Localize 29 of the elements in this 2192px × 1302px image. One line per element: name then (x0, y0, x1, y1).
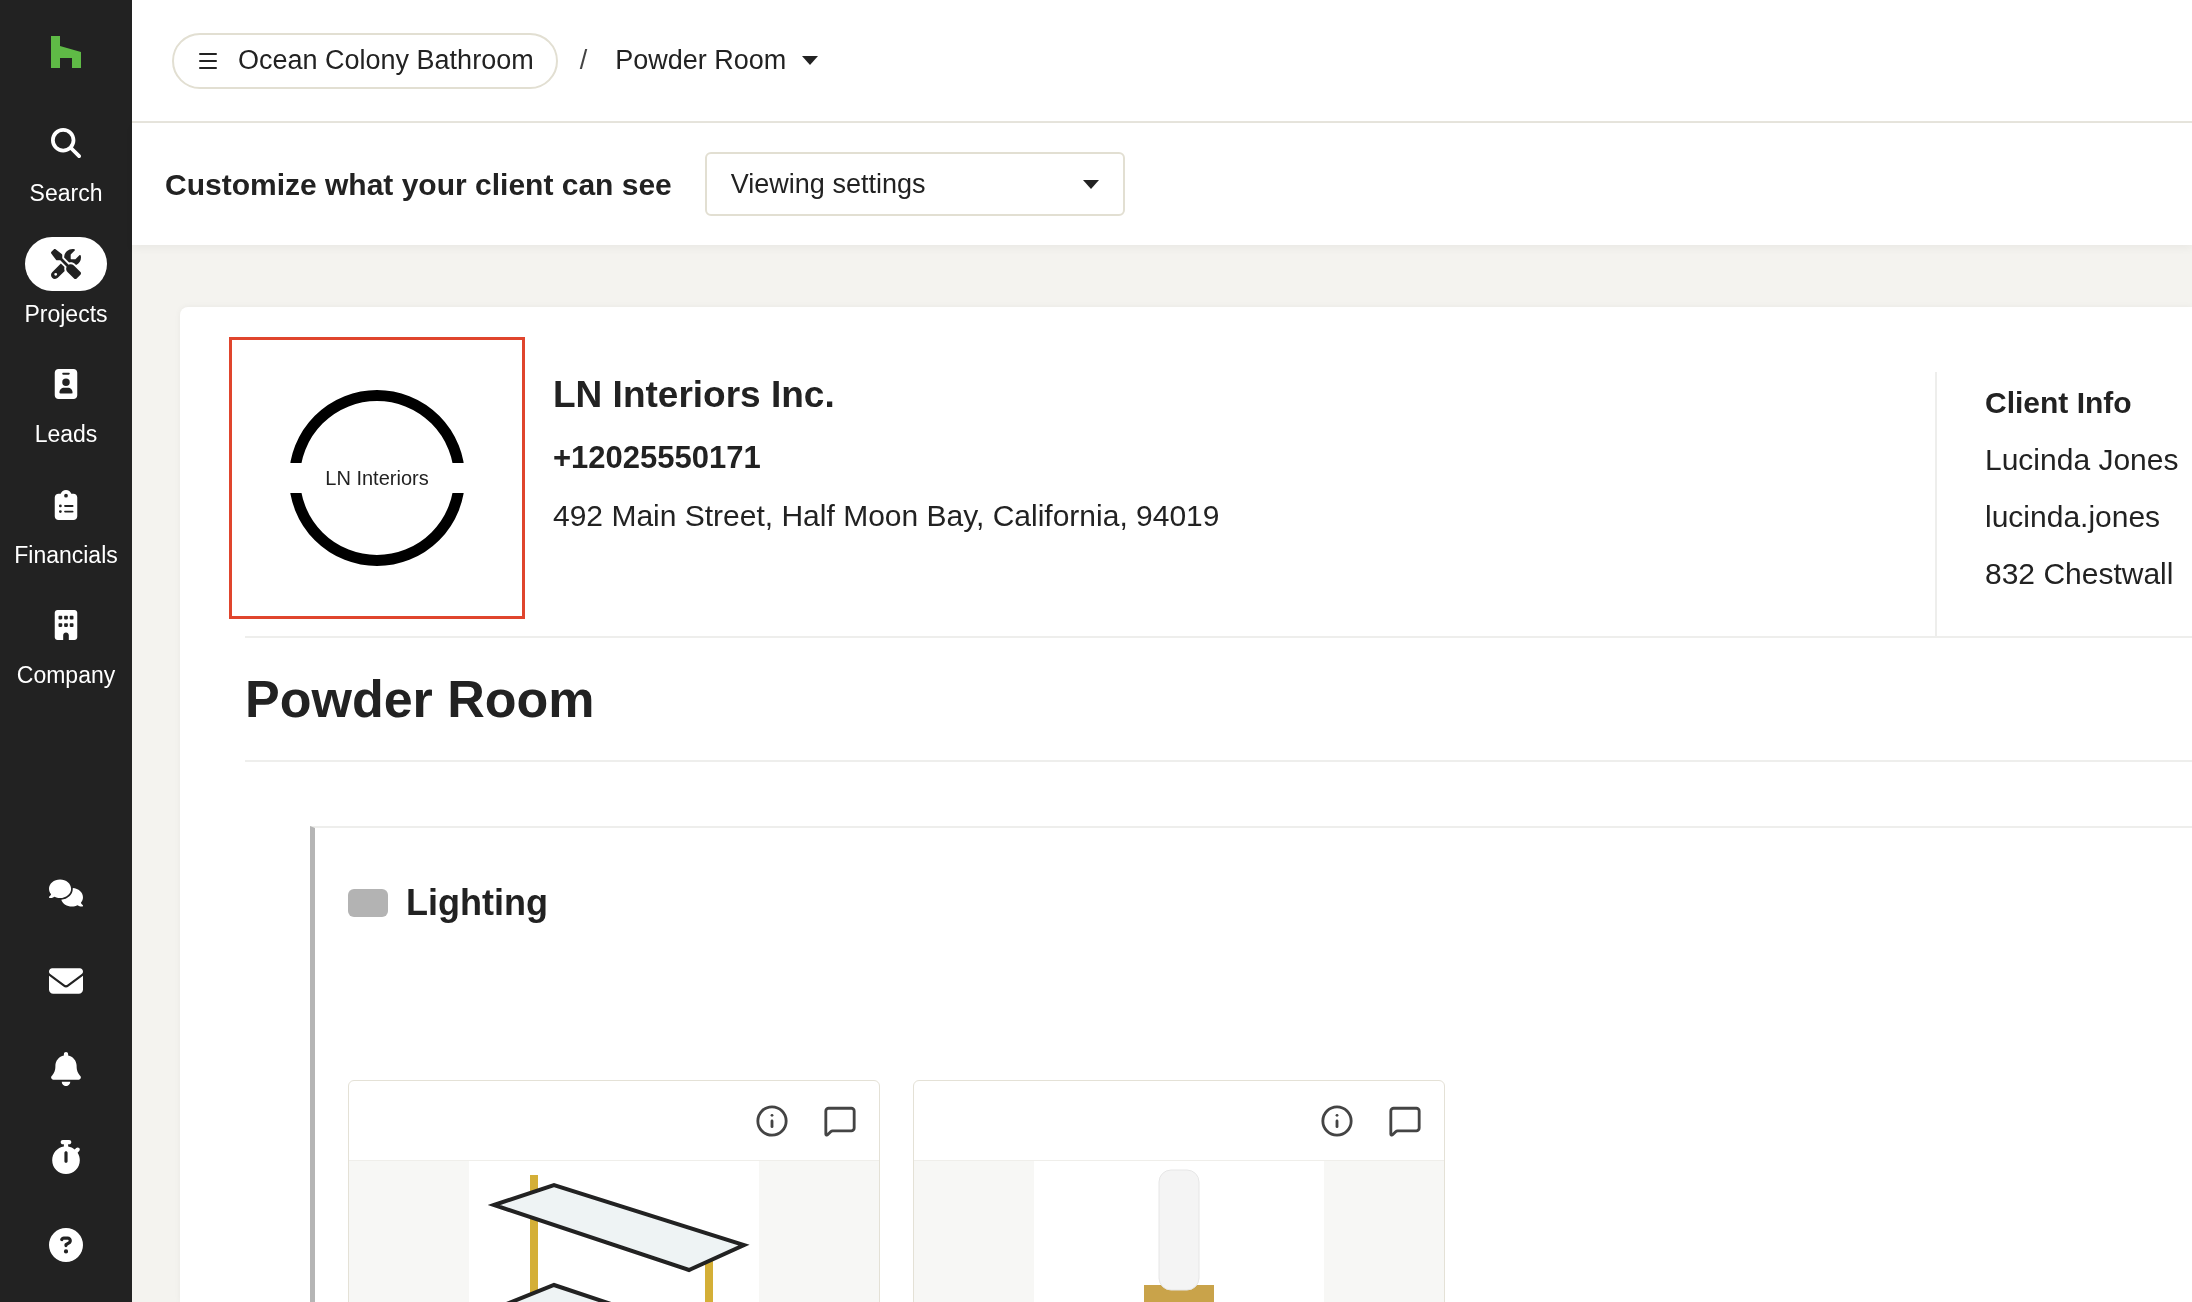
sidebar-item[interactable]: Search (2, 116, 130, 211)
sidebar-item[interactable]: Leads (2, 357, 130, 452)
toolbar-label: Customize what your client can see (165, 166, 672, 203)
project-button[interactable]: Ocean Colony Bathroom (172, 32, 558, 89)
room-title: Powder Room (245, 669, 596, 730)
info-icon[interactable] (755, 1103, 789, 1138)
company-name: LN Interiors Inc. (553, 373, 836, 417)
client-info-line: lucinda.jones (1985, 499, 2162, 535)
client-info-title: Client Info (1985, 385, 2133, 421)
room-dropdown[interactable]: Powder Room (615, 40, 819, 81)
caret-icon (1082, 179, 1099, 189)
viewing-settings-dropdown[interactable]: Viewing settings (704, 152, 1125, 216)
client-info-line: 832 Chestwall (1985, 556, 2175, 592)
help-icon[interactable] (49, 1228, 83, 1262)
bell-icon[interactable] (49, 1052, 83, 1086)
breadcrumb-separator: / (579, 44, 588, 78)
stopwatch-icon[interactable] (49, 1140, 83, 1174)
chat-bubbles-icon[interactable] (49, 876, 83, 910)
client-info-line: Lucinda Jones (1985, 442, 2180, 478)
sidebar-item[interactable]: Financials (2, 477, 130, 572)
company-phone: +12025550171 (553, 438, 762, 477)
caret-icon (802, 56, 819, 65)
logo-text: LN Interiors (287, 463, 467, 493)
sidebar-item[interactable]: Company (2, 598, 130, 693)
sidebar-item[interactable]: Projects (2, 236, 130, 331)
logo-icon[interactable] (51, 36, 81, 68)
info-icon[interactable] (1320, 1103, 1354, 1138)
section-title: Lighting (406, 881, 548, 925)
company-address: 492 Main Street, Half Moon Bay, California, 94019 (553, 498, 1221, 534)
